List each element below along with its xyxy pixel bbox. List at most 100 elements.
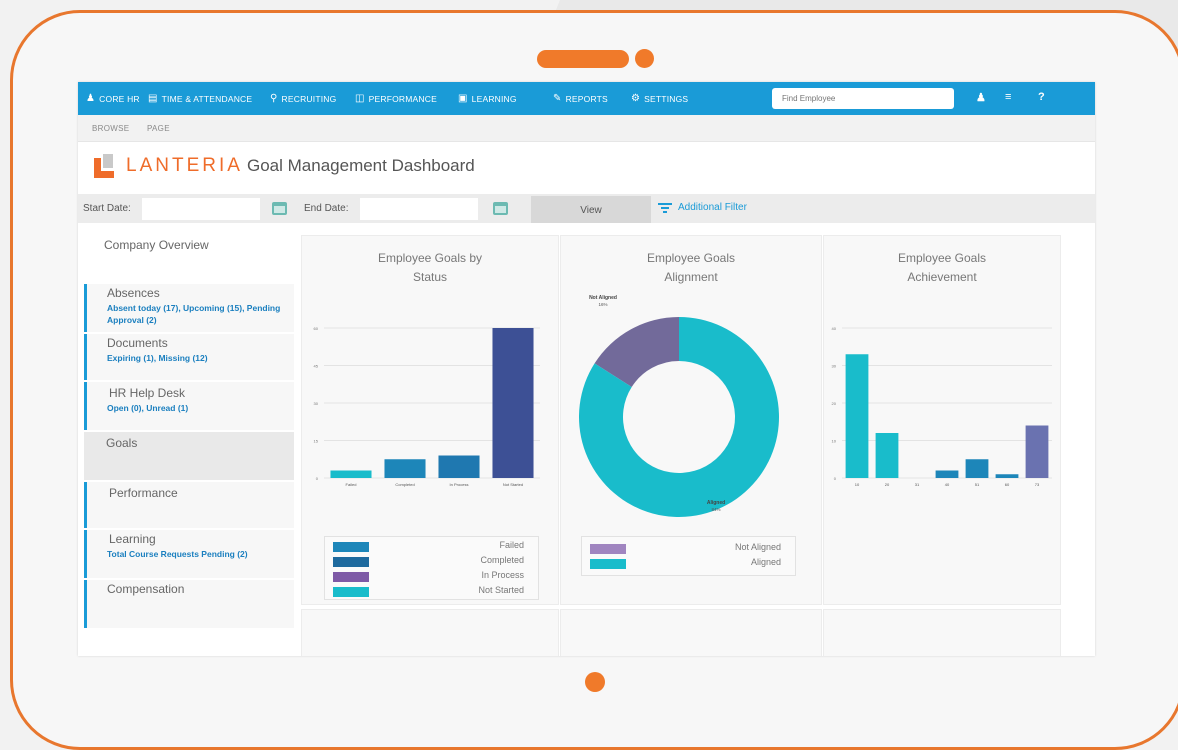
tablet-home-button[interactable] — [585, 672, 605, 692]
calendar-icon[interactable] — [272, 202, 287, 215]
goals-alignment-chart: Not Aligned16% Aligned84% — [579, 295, 779, 517]
end-date-label: End Date: — [304, 203, 349, 214]
x-tick-label: In Process — [450, 482, 469, 487]
calendar-icon[interactable] — [493, 202, 508, 215]
y-tick-label: 30 — [832, 364, 837, 369]
slice-value: 16% — [598, 302, 607, 307]
page-title: Goal Management Dashboard — [247, 156, 475, 175]
y-tick-label: 0 — [834, 476, 837, 481]
performance-icon: ◫ — [355, 93, 365, 104]
find-employee-input[interactable] — [772, 88, 954, 109]
nav-label: CORE HR — [99, 93, 140, 104]
sidebar-item-goals[interactable]: Goals — [84, 432, 294, 480]
help-icon[interactable]: ? — [1038, 91, 1045, 103]
filter-icon — [658, 202, 672, 213]
y-tick-label: 45 — [314, 364, 319, 369]
nav-learning[interactable]: ▣ LEARNING — [458, 82, 517, 115]
nav-core-hr[interactable]: ♟ CORE HR — [86, 82, 140, 115]
slice-value: 84% — [711, 507, 720, 512]
nav-label: PERFORMANCE — [368, 93, 437, 104]
start-date-input[interactable] — [142, 198, 260, 220]
view-button[interactable]: View — [531, 196, 651, 223]
breadcrumb: BROWSE PAGE — [78, 115, 1095, 142]
sidebar-item-absences[interactable]: Absences Absent today (17), Upcoming (15… — [84, 284, 294, 332]
status-legend: Failed Completed In Process Not Started — [324, 536, 539, 600]
sidebar-item-subtext: Absent today (17), Upcoming (15), Pendin… — [107, 303, 281, 325]
top-navigation: ♟ CORE HR ▤ TIME & ATTENDANCE ⚲ RECRUITI… — [78, 82, 1095, 115]
x-tick-label: 60 — [1005, 482, 1010, 487]
user-icon[interactable]: ♟ — [976, 91, 986, 104]
end-date-input[interactable] — [360, 198, 478, 220]
x-tick-label: Completed — [395, 482, 414, 487]
legend-swatch — [333, 542, 369, 552]
y-tick-label: 0 — [316, 476, 319, 481]
goals-achievement-chart: 0 10 20 30 40 10 20 31 40 51 60 73 — [832, 326, 1052, 487]
nav-label: SETTINGS — [644, 93, 689, 104]
nav-reports[interactable]: ✎ REPORTS — [553, 82, 608, 115]
list-icon[interactable]: ≡ — [1005, 91, 1011, 103]
breadcrumb-browse[interactable]: BROWSE — [92, 124, 129, 133]
bar — [384, 459, 426, 478]
slice-label: Not Aligned — [589, 295, 617, 301]
bar — [875, 433, 899, 478]
sidebar-item-hr-help-desk[interactable]: HR Help Desk Open (0), Unread (1) — [84, 382, 294, 430]
y-tick-label: 30 — [314, 401, 319, 406]
app-screen: ♟ CORE HR ▤ TIME & ATTENDANCE ⚲ RECRUITI… — [78, 82, 1095, 656]
bar — [935, 470, 959, 478]
legend-label: In Process — [481, 570, 524, 580]
alignment-legend: Not Aligned Aligned — [581, 536, 796, 576]
search-icon: ⚲ — [270, 93, 278, 104]
nav-time-attendance[interactable]: ▤ TIME & ATTENDANCE — [148, 82, 252, 115]
sidebar-item-label: HR Help Desk — [109, 386, 186, 400]
legend-label: Failed — [499, 540, 524, 550]
sidebar-item-company-overview[interactable]: Company Overview — [84, 232, 294, 284]
sidebar-item-learning[interactable]: Learning Total Course Requests Pending (… — [84, 530, 294, 578]
nav-performance[interactable]: ◫ PERFORMANCE — [355, 82, 437, 115]
legend-label: Aligned — [750, 557, 781, 567]
panel-title: Employee Goals Alignment — [646, 251, 736, 284]
x-tick-label: Not Started — [503, 482, 523, 487]
legend-swatch — [590, 559, 626, 569]
legend-label: Completed — [480, 555, 524, 565]
sidebar-item-performance[interactable]: Performance — [84, 482, 294, 528]
nav-recruiting[interactable]: ⚲ RECRUITING — [270, 82, 336, 115]
bar — [845, 354, 869, 478]
person-icon: ♟ — [86, 93, 96, 104]
nav-settings[interactable]: ⚙ SETTINGS — [631, 82, 688, 115]
page-header: LANTERIA Goal Management Dashboard — [78, 142, 1095, 192]
sidebar-item-label: Learning — [109, 532, 156, 546]
panel-title: Employee Goals Achievement — [897, 251, 987, 284]
bar — [492, 328, 534, 478]
legend-item: Completed — [325, 555, 538, 569]
legend-item: Not Started — [325, 585, 538, 599]
calendar-icon: ▤ — [148, 93, 158, 104]
y-tick-label: 20 — [832, 401, 837, 406]
y-tick-label: 60 — [314, 326, 319, 331]
sidebar-item-compensation[interactable]: Compensation — [84, 580, 294, 628]
sidebar-item-subtext: Expiring (1), Missing (12) — [107, 353, 208, 363]
additional-filter-label: Additional Filter — [678, 202, 747, 213]
empty-panel — [301, 609, 559, 656]
sidebar-item-label: Performance — [109, 486, 178, 500]
goals-achievement-panel: Employee Goals Achievement 0 10 20 30 40 10 20… — [823, 235, 1061, 605]
sidebar-item-subtext: Open (0), Unread (1) — [107, 403, 189, 413]
sidebar-item-documents[interactable]: Documents Expiring (1), Missing (12) — [84, 334, 294, 380]
sidebar-item-label: Compensation — [107, 582, 185, 596]
lanteria-logo-icon — [94, 154, 116, 178]
breadcrumb-page[interactable]: PAGE — [147, 124, 170, 133]
additional-filter-link[interactable]: Additional Filter — [658, 202, 747, 213]
sidebar-item-subtext: Total Course Requests Pending (2) — [107, 549, 248, 559]
y-tick-label: 40 — [832, 326, 837, 331]
book-icon: ▣ — [458, 93, 468, 104]
brand-name: LANTERIA — [126, 155, 243, 176]
legend-item: Aligned — [582, 557, 795, 571]
bar — [995, 474, 1019, 478]
legend-item: In Process — [325, 570, 538, 584]
empty-panel — [823, 609, 1061, 656]
legend-item: Failed — [325, 540, 538, 554]
nav-label: RECRUITING — [281, 93, 337, 104]
y-tick-label: 15 — [314, 439, 319, 444]
nav-label: TIME & ATTENDANCE — [161, 93, 253, 104]
gear-icon: ⚙ — [631, 93, 641, 104]
sidebar-item-label: Documents — [107, 336, 168, 350]
